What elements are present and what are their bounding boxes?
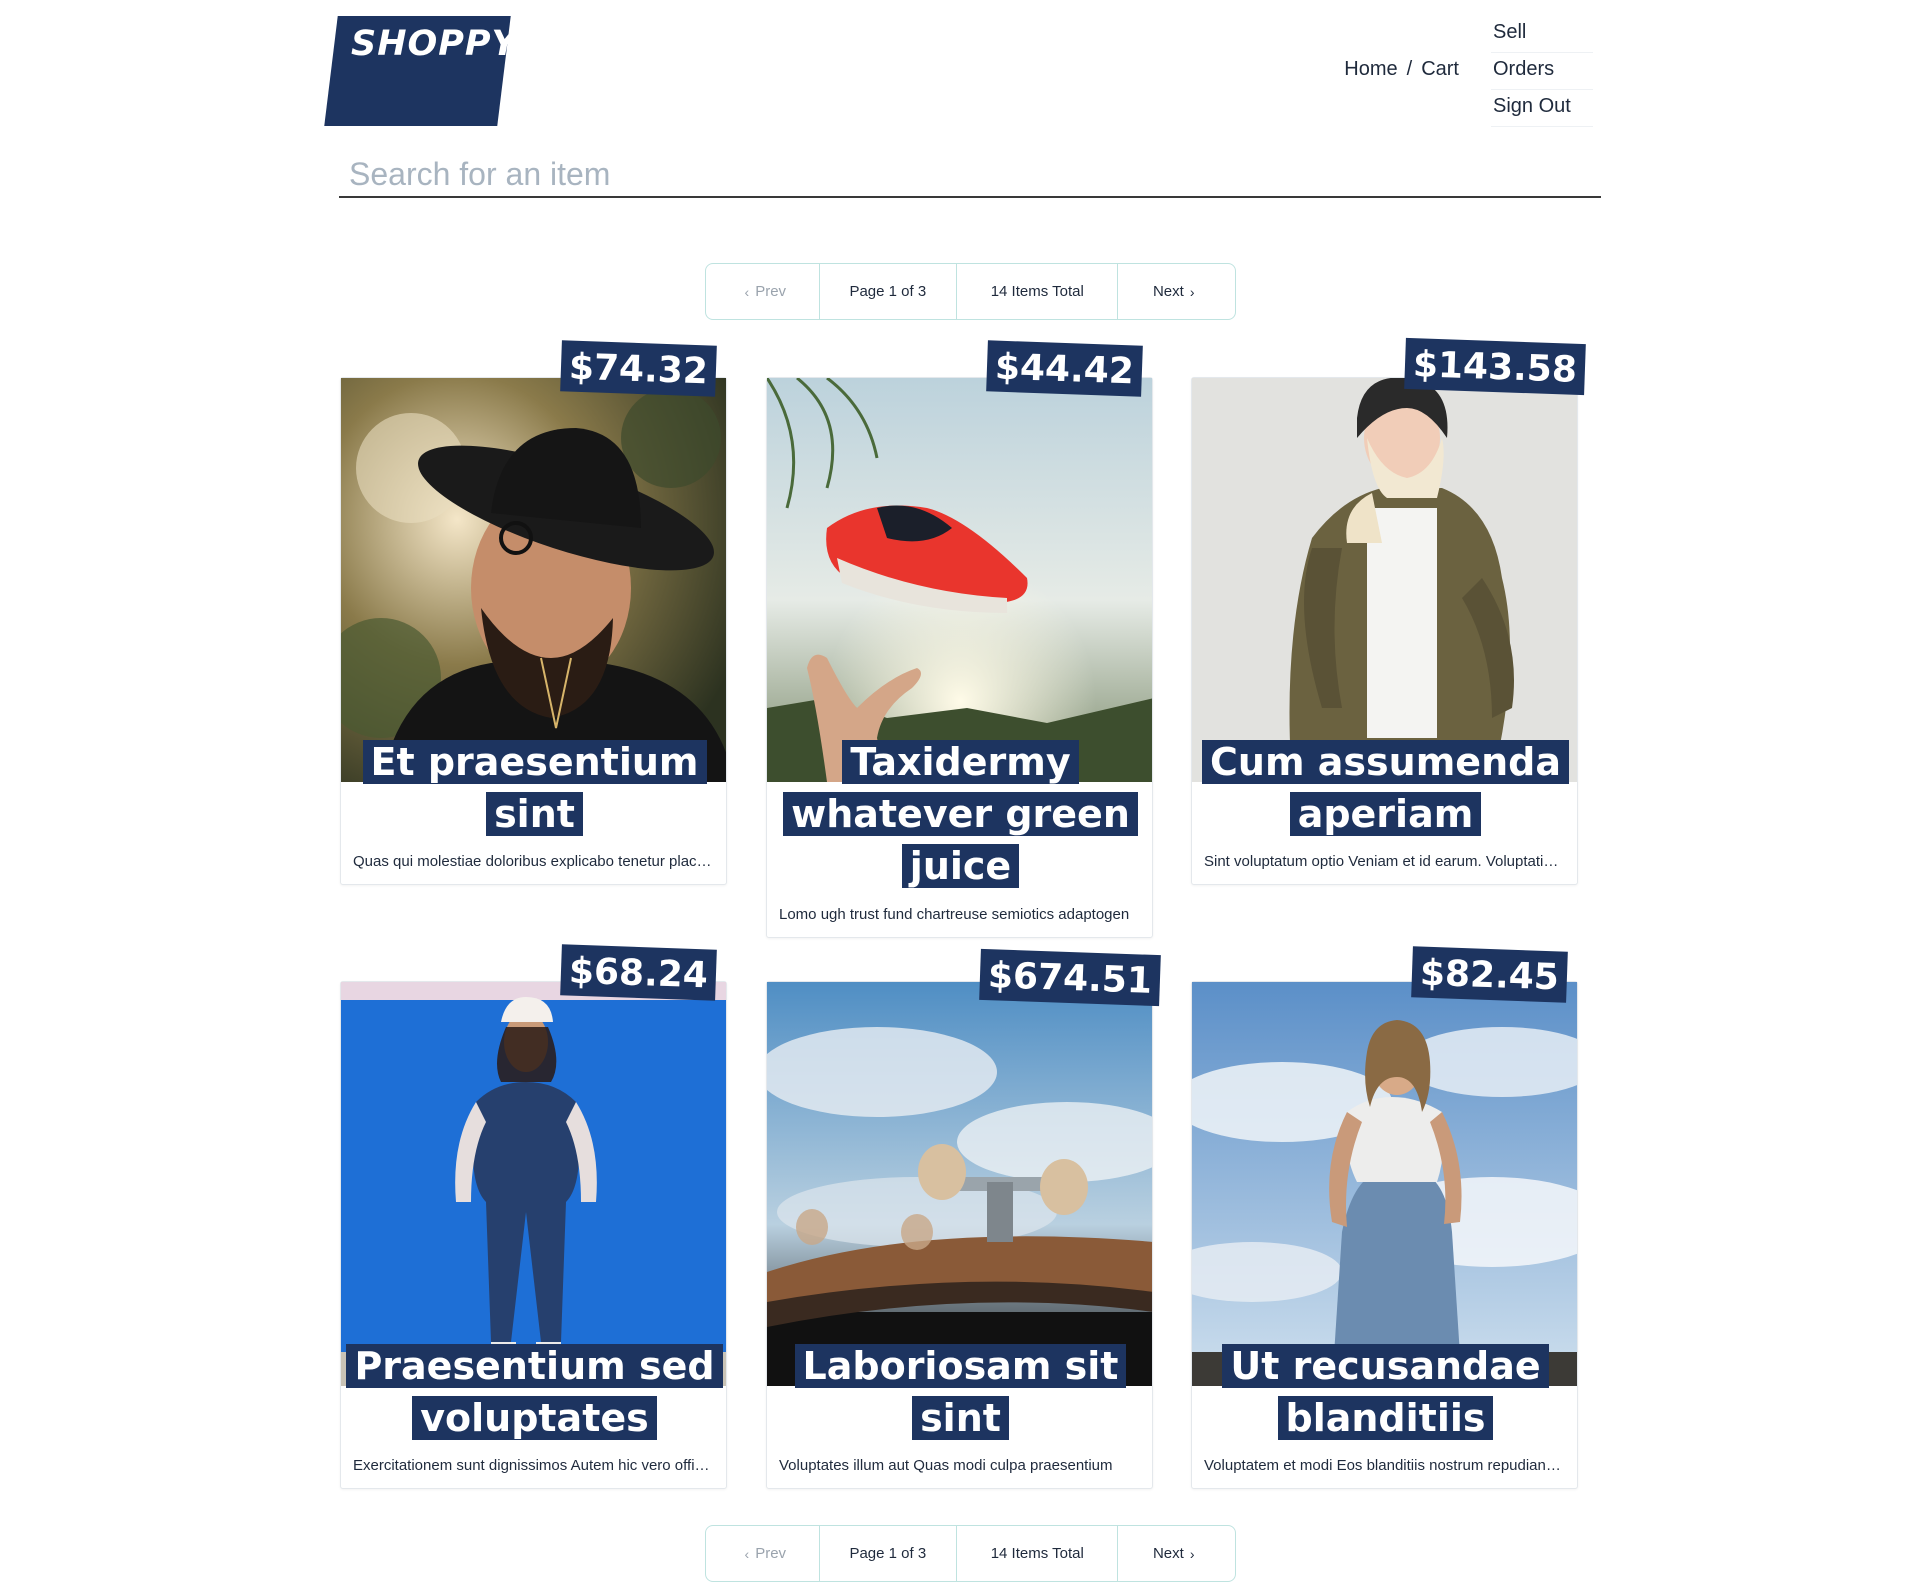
items-total: 14 Items Total [957,1526,1119,1581]
items-total: 14 Items Total [957,264,1119,319]
pagination-top: ‹ Prev Page 1 of 3 14 Items Total Next › [705,263,1236,320]
chevron-right-icon: › [1189,1545,1195,1562]
woman-cloudy-sky-photo [1192,982,1577,1386]
item-card[interactable]: $674.51 Laboriosam sit sint Voluptates i… [766,948,1161,1489]
search-bar [339,152,1601,198]
search-input[interactable] [339,152,1601,198]
pagination-bottom: ‹ Prev Page 1 of 3 14 Items Total Next › [705,1525,1236,1582]
prev-label: Prev [755,1545,787,1562]
price-tag: $74.32 [560,340,717,397]
item-title[interactable]: Et praesentium sint [341,736,728,840]
chevron-left-icon: ‹ [744,1545,750,1562]
item-card[interactable]: $74.32 Et praesentium sint Quas qui mole… [340,340,728,885]
item-title-text: Taxidermy whatever green juice [783,740,1138,888]
flying-sneaker-photo [767,378,1152,782]
nav-item-sign-out[interactable]: Sign Out [1491,90,1593,127]
item-card[interactable]: $44.42 Taxidermy whatever green juice Lo… [766,340,1154,938]
skateboard-photo [767,982,1152,1386]
next-page-button[interactable]: Next › [1118,1526,1235,1581]
item-title[interactable]: Laboriosam sit sint [767,1340,1154,1444]
item-description: Quas qui molestiae doloribus explicabo t… [353,853,715,870]
site-header: SHOPPY Home / Cart Sell Orders Sign Out [324,16,1593,127]
logo[interactable]: SHOPPY [324,16,517,126]
woman-blue-wall-photo [341,982,726,1386]
item-card[interactable]: $68.24 Praesentium sed voluptates Exerci… [340,944,728,1489]
item-description: Lomo ugh trust fund chartreuse semiotics… [779,906,1130,923]
item-title[interactable]: Cum assumenda aperiam [1192,736,1579,840]
prev-page-button[interactable]: ‹ Prev [706,1526,820,1581]
page-indicator: Page 1 of 3 [820,264,958,319]
next-label: Next [1152,283,1184,300]
item-image[interactable] [767,982,1152,1386]
breadcrumb-cart-link[interactable]: Cart [1421,58,1459,81]
prev-page-button[interactable]: ‹ Prev [706,264,820,319]
item-title[interactable]: Taxidermy whatever green juice [767,736,1154,892]
item-title-text: Et praesentium sint [362,740,707,836]
item-description: Exercitationem sunt dignissimos Autem hi… [353,1457,715,1474]
woman-in-jacket-photo [1192,378,1577,782]
item-card[interactable]: $143.58 Cum assumenda aperiam Sint volup… [1191,337,1586,885]
nav-item-sell[interactable]: Sell [1491,16,1593,53]
price-tag: $674.51 [979,948,1161,1007]
next-page-button[interactable]: Next › [1118,264,1235,319]
price-tag: $143.58 [1404,337,1586,396]
account-menu: Sell Orders Sign Out [1491,16,1593,127]
item-title[interactable]: Praesentium sed voluptates [341,1340,728,1444]
item-description: Voluptatem et modi Eos blanditiis nostru… [1204,1457,1566,1474]
item-description: Sint voluptatum optio Veniam et id earum… [1204,853,1566,870]
next-label: Next [1152,1545,1184,1562]
item-image[interactable] [341,378,726,782]
item-image[interactable] [1192,982,1577,1386]
breadcrumb: Home / Cart [1344,58,1459,81]
chevron-left-icon: ‹ [744,283,750,300]
price-tag: $82.45 [1411,946,1568,1003]
item-title-text: Praesentium sed voluptates [346,1344,723,1440]
item-card[interactable]: $82.45 Ut recusandae blanditiis Voluptat… [1191,946,1579,1489]
item-image[interactable] [1192,378,1577,782]
item-description: Voluptates illum aut Quas modi culpa pra… [779,1457,1113,1474]
item-title-text: Cum assumenda aperiam [1202,740,1569,836]
breadcrumb-home-link[interactable]: Home [1344,58,1397,81]
price-tag: $68.24 [560,944,717,1001]
item-title-text: Laboriosam sit sint [794,1344,1127,1440]
item-title-text: Ut recusandae blanditiis [1222,1344,1549,1440]
item-image[interactable] [767,378,1152,782]
price-tag: $44.42 [986,340,1143,397]
item-title[interactable]: Ut recusandae blanditiis [1192,1340,1579,1444]
chevron-right-icon: › [1189,283,1195,300]
main-nav: Home / Cart Sell Orders Sign Out [1344,16,1593,127]
logo-text: SHOPPY [351,24,518,64]
nav-item-orders[interactable]: Orders [1491,53,1593,90]
item-image[interactable] [341,982,726,1386]
bearded-man-photo [341,378,726,782]
page-indicator: Page 1 of 3 [820,1526,958,1581]
prev-label: Prev [755,283,787,300]
breadcrumb-separator: / [1406,58,1413,80]
